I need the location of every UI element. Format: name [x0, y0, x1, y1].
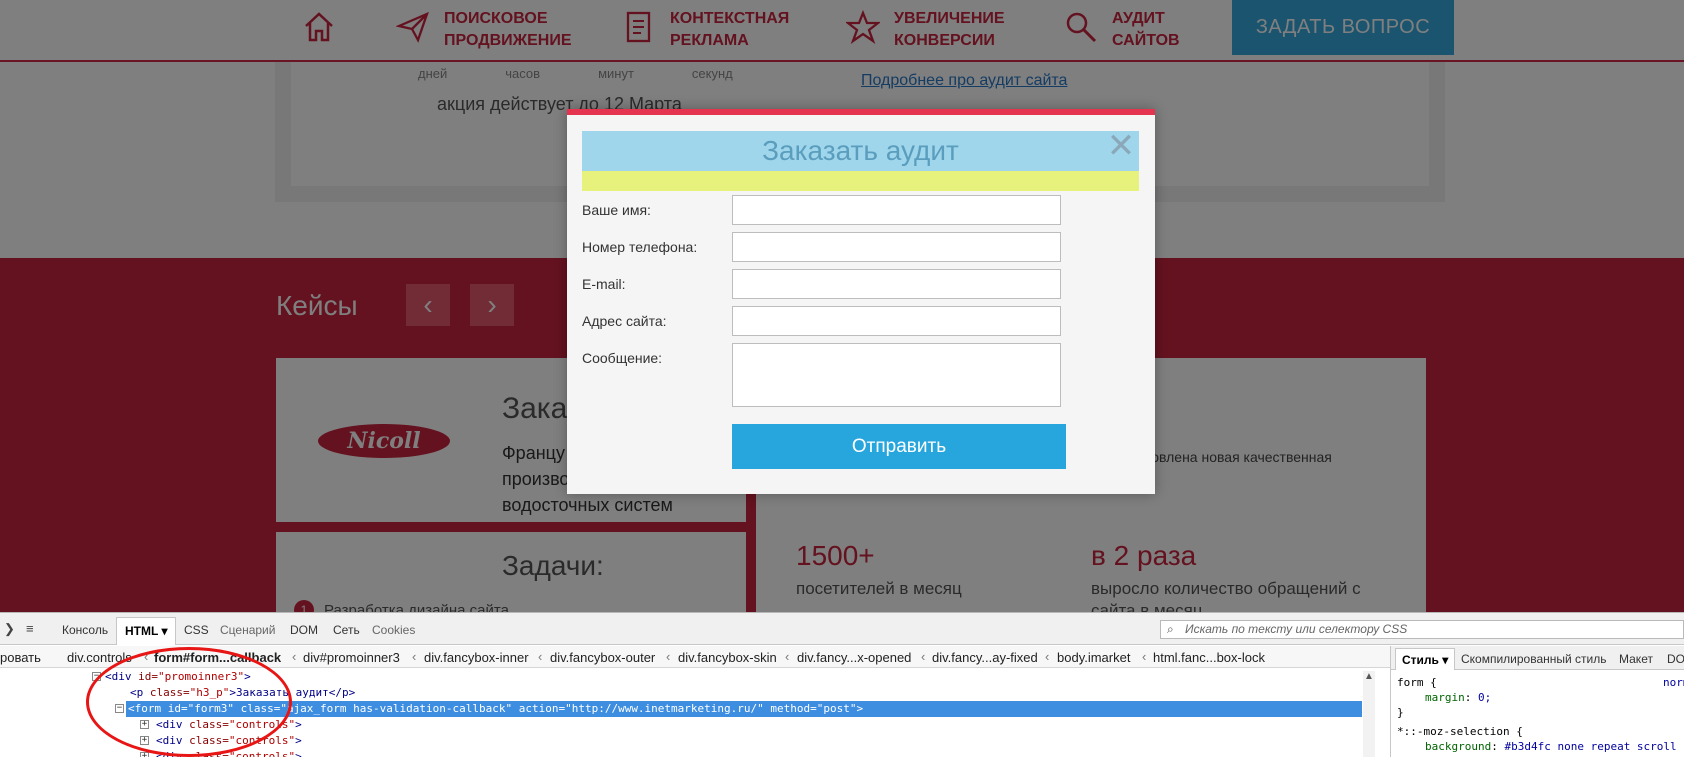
tab-css[interactable]: CSS — [184, 623, 209, 637]
html-scrollbar[interactable]: ▲ — [1363, 671, 1375, 757]
css-property: margin — [1425, 691, 1465, 704]
tab-script[interactable]: Сценарий — [220, 623, 275, 637]
message-row: Сообщение: — [582, 343, 1142, 407]
search-placeholder: Искать по тексту или селектору CSS — [1185, 622, 1408, 636]
devtools-toolbar: ❯ ≡ Консоль HTML ▾ CSS Сценарий DOM Сеть… — [0, 613, 1684, 645]
code-value: "controls" — [228, 750, 296, 757]
code-tag-end: > — [295, 734, 302, 747]
tab-console[interactable]: Консоль — [62, 623, 108, 637]
css-rule-selector: *::-moz-selection { — [1397, 725, 1523, 738]
phone-row: Номер телефона: — [582, 232, 1142, 262]
tab-dom-side[interactable]: DO — [1667, 652, 1684, 666]
site-url-field[interactable] — [732, 306, 1061, 336]
inspect-arrow-icon[interactable]: ❯ — [4, 621, 15, 637]
css-value: 0; — [1478, 691, 1492, 704]
tab-layout[interactable]: Макет — [1619, 652, 1653, 666]
breadcrumb-item[interactable]: body.imarket — [1057, 650, 1130, 665]
breadcrumb-separator: ‹ — [538, 649, 543, 664]
breadcrumb-separator: ‹ — [412, 649, 417, 664]
tab-dom[interactable]: DOM — [290, 623, 318, 637]
css-property: background — [1425, 740, 1492, 753]
css-value: #b3d4fc none repeat scroll — [1504, 740, 1677, 753]
close-icon[interactable]: ✕ — [1106, 129, 1136, 163]
css-rule-source[interactable]: norm — [1663, 676, 1684, 689]
email-label: E-mail: — [582, 276, 626, 292]
css-rule-close: } — [1397, 706, 1404, 719]
search-icon: ⌕ — [1167, 622, 1174, 636]
tab-cookies[interactable]: Cookies — [372, 623, 415, 637]
phone-field[interactable] — [732, 232, 1061, 262]
breadcrumb-separator: ‹ — [666, 649, 671, 664]
order-audit-modal: Заказать аудит ✕ Ваше имя: Номер телефон… — [567, 109, 1155, 494]
command-line-icon[interactable]: ≡ — [26, 621, 34, 636]
css-rule-selector: form { — [1397, 676, 1437, 689]
breadcrumb-item[interactable]: div.fancy...x-opened — [797, 650, 911, 665]
breadcrumb-separator: ‹ — [1045, 649, 1050, 664]
breadcrumb-item[interactable]: div.fancy...ay-fixed — [932, 650, 1038, 665]
tab-html[interactable]: HTML ▾ — [116, 617, 177, 645]
breadcrumb-item[interactable]: div.fancybox-outer — [550, 650, 655, 665]
devtools-search-input[interactable]: ⌕ Искать по тексту или селектору CSS — [1160, 620, 1684, 639]
expand-toggle-icon[interactable]: + — [140, 752, 149, 757]
modal-title: Заказать аудит — [582, 131, 1139, 171]
modal-title-strip — [582, 171, 1139, 191]
style-side-panel: Стиль ▾ Скомпилированный стиль Макет DO … — [1390, 646, 1684, 757]
email-row: E-mail: — [582, 269, 1142, 299]
breadcrumb-item[interactable]: div.fancybox-inner — [424, 650, 529, 665]
name-field[interactable] — [732, 195, 1061, 225]
tab-network[interactable]: Сеть — [333, 623, 360, 637]
side-panel-tabs: Стиль ▾ Скомпилированный стиль Макет DO — [1391, 646, 1684, 670]
breadcrumb-item[interactable]: html.fanc...box-lock — [1153, 650, 1265, 665]
breadcrumb-separator: ‹ — [1142, 649, 1147, 664]
css-declaration[interactable]: background: #b3d4fc none repeat scroll — [1425, 740, 1677, 753]
breadcrumb-separator: ‹ — [785, 649, 790, 664]
message-label: Сообщение: — [582, 350, 663, 366]
submit-button[interactable]: Отправить — [732, 424, 1066, 469]
phone-label: Номер телефона: — [582, 239, 698, 255]
breadcrumb-prefix: ровать — [0, 650, 41, 665]
breadcrumb-separator: ‹ — [921, 649, 926, 664]
code-tag-end: > — [295, 718, 302, 731]
email-field[interactable] — [732, 269, 1061, 299]
tab-computed-style[interactable]: Скомпилированный стиль — [1461, 652, 1607, 666]
code-tag-end: > — [295, 750, 302, 757]
site-label: Адрес сайта: — [582, 313, 667, 329]
css-declaration[interactable]: margin: 0; — [1425, 691, 1491, 704]
site-row: Адрес сайта: — [582, 306, 1142, 336]
message-field[interactable] — [732, 343, 1061, 407]
breadcrumb-item[interactable]: div.fancybox-skin — [678, 650, 777, 665]
name-row: Ваше имя: — [582, 195, 1142, 225]
tab-style[interactable]: Стиль ▾ — [1395, 648, 1456, 670]
breadcrumb-separator: ‹ — [292, 649, 297, 664]
highlight-annotation-ellipse — [86, 647, 292, 757]
breadcrumb-item[interactable]: div#promoinner3 — [303, 650, 400, 665]
name-label: Ваше имя: — [582, 202, 651, 218]
code-line-form-selected[interactable]: <form id="form3" class="ajax_form has-va… — [126, 701, 1362, 717]
